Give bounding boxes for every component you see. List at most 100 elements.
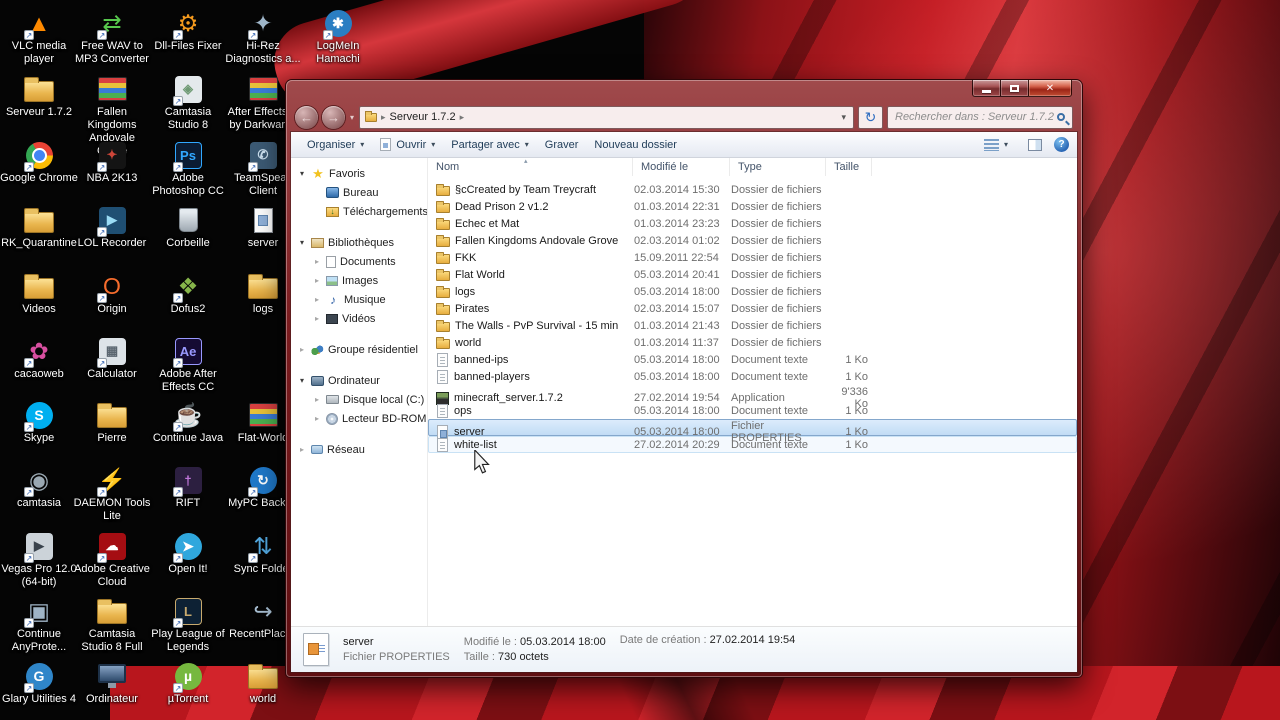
sidebar-item-reseau[interactable]: ▸ Réseau <box>291 440 427 459</box>
sidebar-item-documents[interactable]: ▸ Documents <box>291 252 427 271</box>
file-row[interactable]: FKK 15.09.2011 22:54 Dossier de fichiers <box>428 249 1077 266</box>
expanded-expander-icon[interactable]: ▾ <box>297 238 307 247</box>
ordinateur[interactable]: Ordinateur <box>73 661 151 706</box>
corbeille[interactable]: Corbeille <box>149 205 227 250</box>
search-input[interactable]: Rechercher dans : Serveur 1.7.2 <box>887 105 1073 129</box>
breadcrumb-arrow-icon[interactable]: ▸ <box>381 112 386 123</box>
sidebar-item-videos[interactable]: ▸ Vidéos <box>291 309 427 328</box>
continue-anyprotect[interactable]: ▣ ↗ Continue AnyProte... <box>0 596 78 654</box>
file-row[interactable]: banned-players 05.03.2014 18:00 Document t… <box>428 368 1077 385</box>
vegas-pro[interactable]: ▶ ↗ Vegas Pro 12.0 (64-bit) <box>0 531 78 589</box>
file-row[interactable]: server 05.03.2014 18:00 Fichier PROPERTIES… <box>428 419 1077 444</box>
sidebar-item-images[interactable]: ▸ Images <box>291 271 427 290</box>
window-titlebar[interactable]: ✕ <box>286 80 1082 102</box>
utorrent[interactable]: µ ↗ µTorrent <box>149 661 227 706</box>
collapsed-expander-icon[interactable]: ▸ <box>312 414 322 423</box>
address-bar[interactable]: ▸ Serveur 1.7.2 ▸ ▾ <box>359 105 854 129</box>
collapsed-expander-icon[interactable]: ▸ <box>297 345 307 354</box>
play-league-of-legends[interactable]: L ↗ Play League of Legends <box>149 596 227 654</box>
pierre-folder[interactable]: Pierre <box>73 400 151 445</box>
file-row[interactable]: Flat World 05.03.2014 20:41 Dossier de fic… <box>428 266 1077 283</box>
open-it[interactable]: ➤ ↗ Open It! <box>149 531 227 576</box>
nba-2k13[interactable]: ✦ ↗ NBA 2K13 <box>73 140 151 185</box>
file-row[interactable]: Pirates 02.03.2014 15:07 Dossier de fichie… <box>428 300 1077 317</box>
sidebar-item-groupe-residentiel[interactable]: ▸ Groupe résidentiel <box>291 340 427 359</box>
camtasia-studio-8[interactable]: ◈ ↗ Camtasia Studio 8 <box>149 74 227 132</box>
column-header-modifie[interactable]: Modifié le <box>633 158 730 176</box>
file-row[interactable]: minecraft_server.1.7.2 27.02.2014 19:54 Ap… <box>428 385 1077 410</box>
forward-button[interactable]: → <box>322 105 345 129</box>
file-row[interactable]: white-list 27.02.2014 20:29 Document texte… <box>428 436 1077 453</box>
collapsed-expander-icon[interactable]: ▸ <box>312 295 322 304</box>
back-button[interactable]: ← <box>295 105 318 129</box>
file-row[interactable]: ops 05.03.2014 18:00 Document texte 1 Ko <box>428 402 1077 419</box>
minimize-button[interactable] <box>972 80 1000 97</box>
hi-rez-diagnostics[interactable]: ✦ ↗ Hi-Rez Diagnostics a... <box>224 8 302 66</box>
google-chrome[interactable]: ↗ Google Chrome <box>0 140 78 185</box>
ouvrir-button[interactable]: Ouvrir ▾ <box>372 135 443 154</box>
videos-folder[interactable]: Videos <box>0 271 78 316</box>
calculator[interactable]: ▦ ↗ Calculator <box>73 336 151 381</box>
file-row[interactable]: logs 05.03.2014 18:00 Dossier de fichiers <box>428 283 1077 300</box>
nouveau-dossier-button[interactable]: Nouveau dossier <box>586 136 685 154</box>
glary-utilities[interactable]: G ↗ Glary Utilities 4 <box>0 661 78 706</box>
column-header-type[interactable]: Type <box>730 158 826 176</box>
refresh-button[interactable]: ↻ <box>858 105 883 129</box>
expanded-expander-icon[interactable]: ▾ <box>297 376 307 385</box>
close-button[interactable]: ✕ <box>1028 80 1072 97</box>
file-row[interactable]: §cCreated by Team Treycraft 02.03.2014 15… <box>428 181 1077 198</box>
free-wav-to-mp3[interactable]: ⇄ ↗ Free WAV to MP3 Converter <box>73 8 151 66</box>
help-icon[interactable]: ? <box>1054 137 1069 152</box>
expanded-expander-icon[interactable]: ▾ <box>297 169 307 178</box>
logmein-hamachi[interactable]: ✱ ↗ LogMeIn Hamachi <box>299 8 377 66</box>
sidebar-item-bibliotheques[interactable]: ▾ Bibliothèques <box>291 233 427 252</box>
sidebar-item-ordinateur[interactable]: ▾ Ordinateur <box>291 371 427 390</box>
continue-java[interactable]: ☕ ↗ Continue Java <box>149 400 227 445</box>
file-row[interactable]: Echec et Mat 01.03.2014 23:23 Dossier de f… <box>428 215 1077 232</box>
skype[interactable]: S ↗ Skype <box>0 400 78 445</box>
column-header-nom[interactable]: Nom <box>428 158 633 176</box>
maximize-button[interactable] <box>1000 80 1028 97</box>
rift[interactable]: † ↗ RIFT <box>149 465 227 510</box>
sidebar-item-musique[interactable]: ▸ ♪ Musique <box>291 290 427 309</box>
history-dropdown-icon[interactable]: ▾ <box>350 113 354 122</box>
organiser-button[interactable]: Organiser ▾ <box>299 136 372 154</box>
camtasia[interactable]: ◉ ↗ camtasia <box>0 465 78 510</box>
rk-quarantine-folder[interactable]: RK_Quarantine <box>0 205 78 250</box>
file-row[interactable]: Dead Prison 2 v1.2 01.03.2014 22:31 Dossie… <box>428 198 1077 215</box>
dll-files-fixer[interactable]: ⚙ ↗ Dll-Files Fixer <box>149 8 227 53</box>
serveur-172-folder[interactable]: Serveur 1.7.2 <box>0 74 78 119</box>
adobe-photoshop-cc[interactable]: Ps ↗ Adobe Photoshop CC <box>149 140 227 198</box>
collapsed-expander-icon[interactable]: ▸ <box>312 276 322 285</box>
file-row[interactable]: banned-ips 05.03.2014 18:00 Document texte… <box>428 351 1077 368</box>
partager-button[interactable]: Partager avec ▾ <box>443 136 537 154</box>
vlc-media-player[interactable]: ▲ ↗ VLC media player <box>0 8 78 66</box>
file-row[interactable]: The Walls - PvP Survival - 15 min 01.03.2… <box>428 317 1077 334</box>
collapsed-expander-icon[interactable]: ▸ <box>312 395 322 404</box>
collapsed-expander-icon[interactable]: ▸ <box>297 445 307 454</box>
collapsed-expander-icon[interactable]: ▸ <box>312 314 322 323</box>
breadcrumb-segment[interactable]: Serveur 1.7.2 <box>390 111 456 123</box>
dofus2[interactable]: ❖ ↗ Dofus2 <box>149 271 227 316</box>
change-view-button[interactable]: ▾ <box>976 136 1016 154</box>
adobe-creative-cloud[interactable]: ☁ ↗ Adobe Creative Cloud <box>73 531 151 589</box>
breadcrumb-arrow-icon[interactable]: ▸ <box>460 112 465 123</box>
sidebar-item-telechargements[interactable]: ↓ Téléchargements <box>291 202 427 221</box>
sidebar-item-lecteur-bd-rom-e[interactable]: ▸ Lecteur BD-ROM (E: <box>291 409 427 428</box>
cacaoweb[interactable]: ✿ ↗ cacaoweb <box>0 336 78 381</box>
address-dropdown-icon[interactable]: ▾ <box>839 112 848 123</box>
sidebar-item-favoris[interactable]: ▾ ★ Favoris <box>291 164 427 183</box>
lol-recorder[interactable]: ▶ ↗ LOL Recorder <box>73 205 151 250</box>
camtasia-studio-8-full-folder[interactable]: Camtasia Studio 8 Full <box>73 596 151 654</box>
daemon-tools-lite[interactable]: ⚡ ↗ DAEMON Tools Lite <box>73 465 151 523</box>
file-row[interactable]: Fallen Kingdoms Andovale Grove 02.03.2014… <box>428 232 1077 249</box>
adobe-after-effects-cc[interactable]: Ae ↗ Adobe After Effects CC <box>149 336 227 394</box>
collapsed-expander-icon[interactable]: ▸ <box>312 257 322 266</box>
graver-button[interactable]: Graver <box>537 136 587 154</box>
file-row[interactable]: world 01.03.2014 11:37 Dossier de fichiers <box>428 334 1077 351</box>
column-header-taille[interactable]: Taille <box>826 158 872 176</box>
origin[interactable]: O ↗ Origin <box>73 271 151 316</box>
preview-pane-icon[interactable] <box>1028 138 1042 151</box>
sidebar-item-disque-local-c[interactable]: ▸ Disque local (C:) <box>291 390 427 409</box>
sidebar-item-bureau[interactable]: Bureau <box>291 183 427 202</box>
